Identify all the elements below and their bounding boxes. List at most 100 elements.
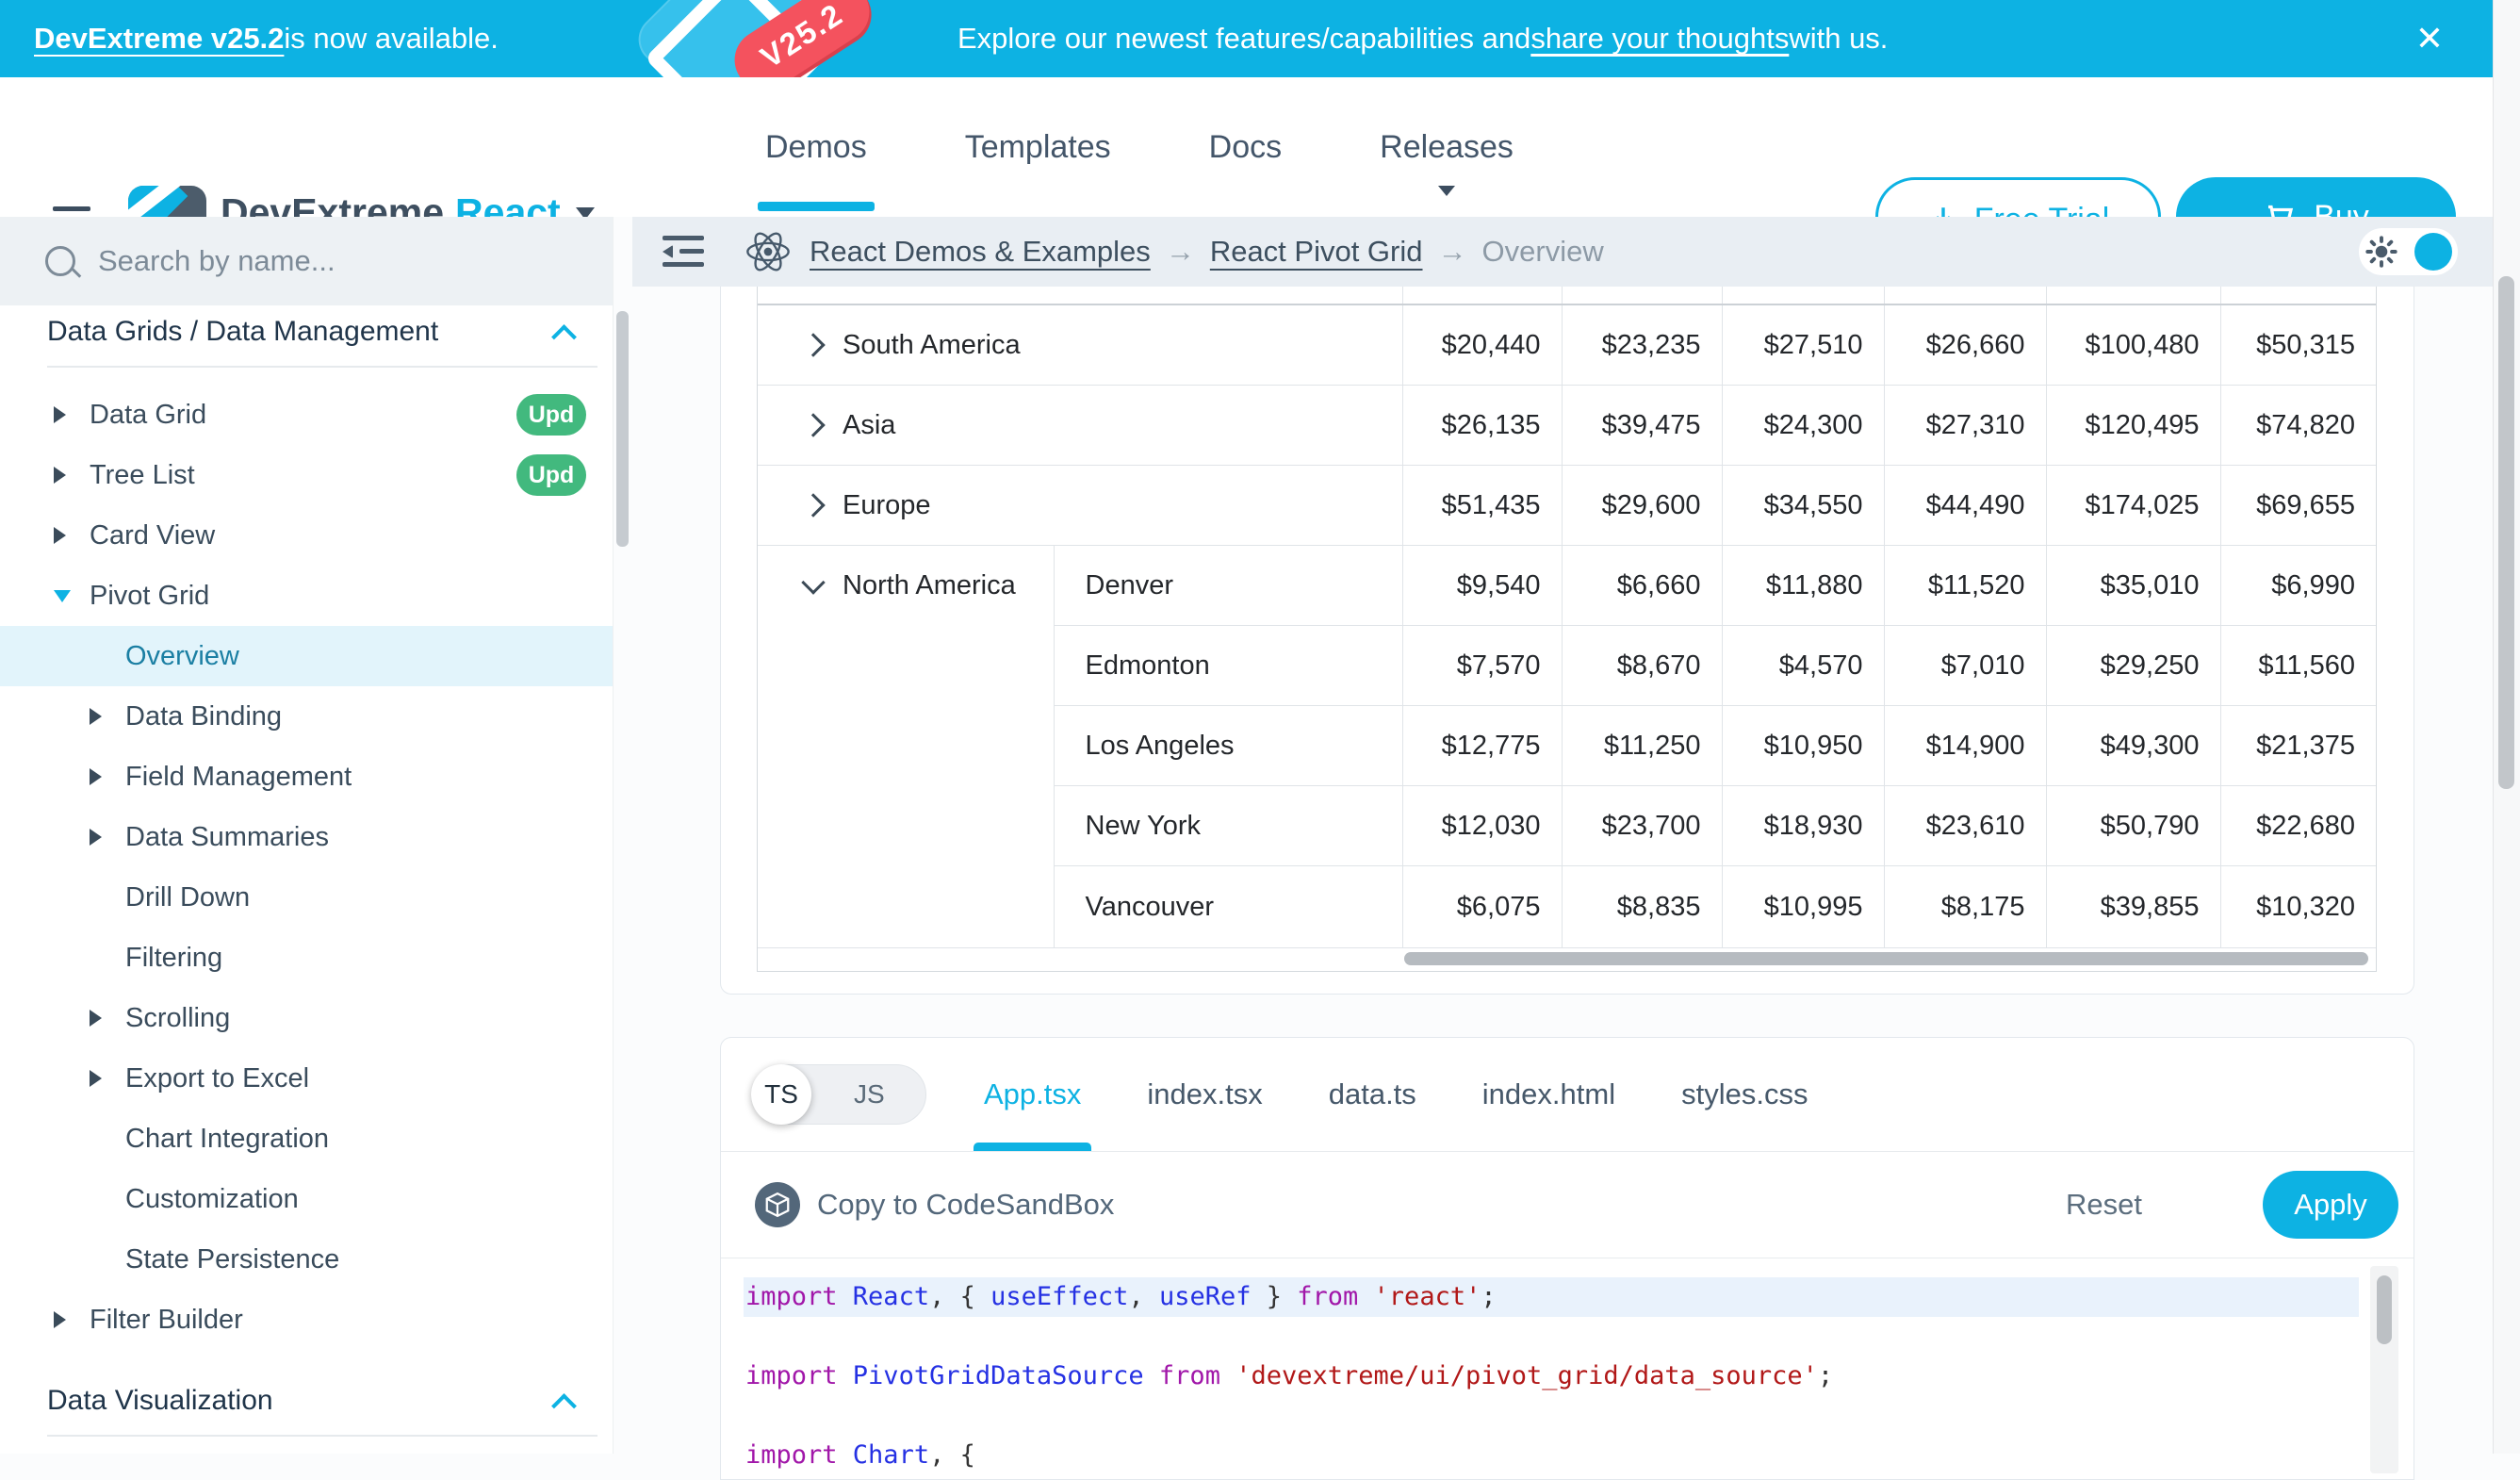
file-tabs: App.tsx index.tsx data.ts index.html sty… (951, 1038, 1841, 1151)
cell: $21,375 (2220, 706, 2376, 786)
banner-close-icon[interactable]: ✕ (2401, 0, 2458, 77)
sidebar-item-field-management[interactable]: Field Management (0, 747, 613, 807)
sidebar-item-card-view[interactable]: Card View (0, 505, 613, 566)
collapse-row-icon (801, 570, 825, 594)
row-header-south-america[interactable]: South America (758, 304, 1402, 386)
top-navigation: Demos Templates Docs Releases (716, 77, 1563, 217)
code-line (744, 1317, 2359, 1357)
sun-icon (2365, 235, 2398, 269)
cell: $26,660 (1884, 304, 2046, 386)
cell: $12,030 (1402, 786, 1562, 866)
codesandbox-icon[interactable] (755, 1182, 800, 1227)
chevron-down-icon (1438, 186, 1455, 196)
cell: $9,540 (1402, 546, 1562, 626)
sidebar-item-data-binding[interactable]: Data Binding (0, 686, 613, 747)
expand-right-icon (90, 708, 102, 725)
pivot-hscroll-thumb[interactable] (1404, 952, 2368, 965)
sidebar-item-scrolling[interactable]: Scrolling (0, 988, 613, 1048)
sidebar-item-filtering[interactable]: Filtering (0, 928, 613, 988)
reset-button[interactable]: Reset (2066, 1188, 2142, 1222)
banner-version-link[interactable]: DevExtreme v25.2 (34, 22, 284, 56)
cell: $35,010 (2046, 546, 2220, 626)
nav-templates[interactable]: Templates (916, 77, 1160, 217)
expand-right-icon (90, 829, 102, 846)
cell: $7,570 (1402, 626, 1562, 706)
cell: $27,310 (1884, 386, 2046, 466)
apply-button[interactable]: Apply (2263, 1171, 2398, 1239)
toggle-ts[interactable]: TS (751, 1064, 811, 1125)
cell: $23,700 (1562, 786, 1722, 866)
code-tabs-row: TS JS App.tsx index.tsx data.ts index.ht… (721, 1038, 2414, 1152)
code-vertical-scrollbar[interactable] (2370, 1266, 2398, 1473)
app-header: JS DevExtreme React by DevExpress Demos … (0, 77, 2493, 217)
page-scrollbar-thumb[interactable] (2498, 276, 2514, 789)
copy-to-codesandbox-link[interactable]: Copy to CodeSandBox (817, 1188, 1114, 1222)
sidebar-item-filter-builder[interactable]: Filter Builder (0, 1290, 613, 1350)
cell: $74,820 (2220, 386, 2376, 466)
cell: $69,655 (2220, 466, 2376, 546)
collapse-sidebar-icon[interactable] (663, 236, 704, 268)
cell: $10,995 (1722, 866, 1884, 948)
tab-app-tsx[interactable]: App.tsx (951, 1038, 1114, 1151)
code-line: import React, { useEffect, useRef } from… (744, 1277, 2359, 1317)
sidebar-nav: Data Grids / Data Management Data Grid U… (0, 305, 613, 1454)
language-toggle[interactable]: TS JS (751, 1064, 926, 1125)
table-row: Europe $51,435 $29,600 $34,550 $44,490 $… (758, 466, 2376, 546)
sidebar-item-export-to-excel[interactable]: Export to Excel (0, 1048, 613, 1109)
nav-docs[interactable]: Docs (1160, 77, 1331, 217)
sidebar-scrollbar-thumb[interactable] (616, 311, 629, 547)
sidebar-item-state-persistence[interactable]: State Persistence (0, 1229, 613, 1290)
cell: $22,680 (2220, 786, 2376, 866)
section-data-visualization[interactable]: Data Visualization (0, 1374, 613, 1427)
nav-demos[interactable]: Demos (716, 77, 916, 217)
tab-index-html[interactable]: index.html (1449, 1038, 1648, 1151)
toggle-js[interactable]: JS (854, 1065, 885, 1124)
sidebar-item-data-grid[interactable]: Data Grid Upd (0, 385, 613, 445)
sidebar-item-customization[interactable]: Customization (0, 1169, 613, 1229)
tab-data-ts[interactable]: data.ts (1296, 1038, 1449, 1151)
cell: $26,135 (1402, 386, 1562, 466)
sidebar-item-data-summaries[interactable]: Data Summaries (0, 807, 613, 867)
search-input[interactable] (96, 243, 552, 279)
pivot-horizontal-scrollbar[interactable] (758, 948, 2376, 971)
theme-toggle-knob[interactable] (2414, 233, 2452, 271)
sidebar-item-chart-integration[interactable]: Chart Integration (0, 1109, 613, 1169)
share-thoughts-link[interactable]: share your thoughts (1530, 22, 1789, 56)
breadcrumb-pivot-grid-link[interactable]: React Pivot Grid (1210, 235, 1423, 269)
row-header-asia[interactable]: Asia (758, 386, 1402, 466)
tab-styles-css[interactable]: styles.css (1648, 1038, 1841, 1151)
row-header-north-america[interactable]: North America (758, 546, 1054, 948)
cell: $6,990 (2220, 546, 2376, 626)
cell: $18,930 (1722, 786, 1884, 866)
breadcrumb-demos-link[interactable]: React Demos & Examples (810, 235, 1151, 269)
row-header-denver: Denver (1054, 546, 1402, 626)
sidebar-item-drill-down[interactable]: Drill Down (0, 867, 613, 928)
cell: $10,320 (2220, 866, 2376, 948)
page-scrollbar[interactable] (2493, 0, 2520, 1454)
section-data-grids[interactable]: Data Grids / Data Management (0, 305, 613, 358)
cell: $49,300 (2046, 706, 2220, 786)
sidebar-item-pivot-grid[interactable]: Pivot Grid (0, 566, 613, 626)
nav-releases[interactable]: Releases (1331, 77, 1563, 217)
cell: $11,880 (1722, 546, 1884, 626)
expand-right-icon (90, 1010, 102, 1027)
code-editor[interactable]: import React, { useEffect, useRef } from… (721, 1258, 2414, 1475)
banner-message: Explore our newest features/capabilities… (957, 0, 1888, 77)
breadcrumb-current: Overview (1482, 235, 1604, 269)
chevron-up-icon (551, 1393, 577, 1419)
row-header-edmonton: Edmonton (1054, 626, 1402, 706)
expand-row-icon (801, 493, 825, 517)
cell: $24,300 (1722, 386, 1884, 466)
code-vscroll-thumb[interactable] (2377, 1275, 2392, 1344)
sidebar-item-overview[interactable]: Overview (0, 626, 613, 686)
active-tab-underline (974, 1143, 1091, 1151)
expand-row-icon (801, 333, 825, 356)
sidebar-item-tree-list[interactable]: Tree List Upd (0, 445, 613, 505)
cell: $34,550 (1722, 466, 1884, 546)
theme-toggle[interactable] (2359, 228, 2458, 275)
code-panel: TS JS App.tsx index.tsx data.ts index.ht… (720, 1037, 2414, 1480)
sidebar-scrollbar[interactable] (613, 217, 632, 1454)
cell: $50,790 (2046, 786, 2220, 866)
tab-index-tsx[interactable]: index.tsx (1114, 1038, 1295, 1151)
row-header-europe[interactable]: Europe (758, 466, 1402, 546)
